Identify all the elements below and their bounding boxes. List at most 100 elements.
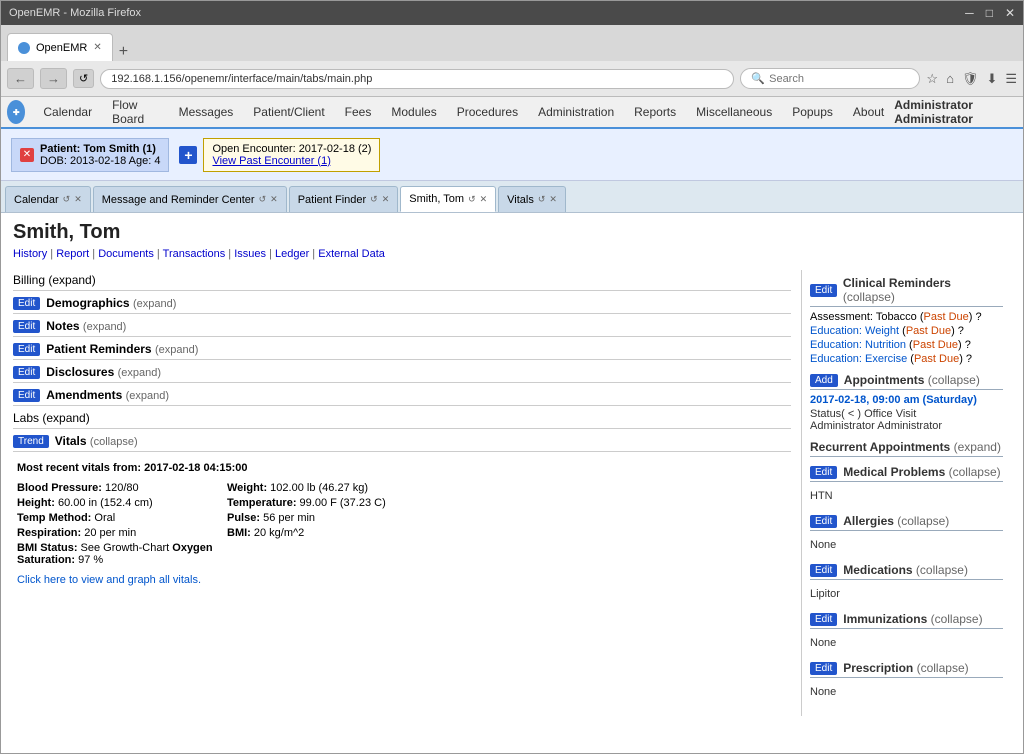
restore-button[interactable]: □ <box>986 6 993 20</box>
tab-finder-arrow: ↺ <box>370 194 378 205</box>
allergies-edit-button[interactable]: Edit <box>810 515 837 528</box>
nav-reports[interactable]: Reports <box>624 97 686 127</box>
demographics-label: Demographics (expand) <box>46 296 176 310</box>
amendments-edit-button[interactable]: Edit <box>13 389 40 402</box>
documents-link[interactable]: Documents <box>98 248 154 260</box>
clinical-reminders-header: Edit Clinical Reminders (collapse) <box>810 276 1003 307</box>
patient-bar: ✕ Patient: Tom Smith (1) DOB: 2013-02-18… <box>1 129 1023 181</box>
tab-patient-finder-label: Patient Finder <box>298 194 366 206</box>
page-tab-strip: Calendar ↺ ✕ Message and Reminder Center… <box>1 181 1023 213</box>
browser-tab-close[interactable]: ✕ <box>93 42 101 53</box>
nav-calendar[interactable]: Calendar <box>33 97 102 127</box>
menu-icon[interactable]: ☰ <box>1005 71 1017 87</box>
reminder-weight: Education: Weight (Past Due) ? <box>810 325 1003 337</box>
nav-flow-board[interactable]: Flow Board <box>102 97 169 127</box>
medications-edit-button[interactable]: Edit <box>810 564 837 577</box>
history-link[interactable]: History <box>13 248 47 260</box>
immunizations-title: Immunizations (collapse) <box>843 612 982 626</box>
tab-vitals[interactable]: Vitals ↺ ✕ <box>498 186 566 212</box>
browser-frame: OpenEMR - Mozilla Firefox ─ □ ✕ OpenEMR … <box>0 0 1024 754</box>
back-button[interactable]: ← <box>7 68 34 89</box>
nav-fees[interactable]: Fees <box>335 97 382 127</box>
nav-messages[interactable]: Messages <box>169 97 244 127</box>
report-link[interactable]: Report <box>56 248 89 260</box>
tab-message-center[interactable]: Message and Reminder Center ↺ ✕ <box>93 186 287 212</box>
tab-calendar[interactable]: Calendar ↺ ✕ <box>5 186 91 212</box>
allergies-section: Edit Allergies (collapse) None <box>810 514 1003 555</box>
view-past-encounter-link[interactable]: View Past Encounter (1) <box>212 155 371 167</box>
demographics-row: Edit Demographics (expand) <box>13 293 791 314</box>
tab-smith-tom[interactable]: Smith, Tom ↺ ✕ <box>400 186 496 212</box>
external-data-link[interactable]: External Data <box>318 248 385 260</box>
medical-problems-header: Edit Medical Problems (collapse) <box>810 465 1003 482</box>
medical-problems-edit-button[interactable]: Edit <box>810 466 837 479</box>
issues-link[interactable]: Issues <box>234 248 266 260</box>
prescription-edit-button[interactable]: Edit <box>810 662 837 675</box>
home-icon[interactable]: ⌂ <box>946 71 954 87</box>
tab-calendar-close[interactable]: ✕ <box>74 194 82 205</box>
nav-about[interactable]: About <box>843 97 894 127</box>
blood-pressure-item: Blood Pressure: 120/80 <box>17 482 217 494</box>
immunizations-value: None <box>810 633 1003 653</box>
nav-procedures[interactable]: Procedures <box>447 97 528 127</box>
patient-reminders-row: Edit Patient Reminders (expand) <box>13 339 791 360</box>
immunizations-header: Edit Immunizations (collapse) <box>810 612 1003 629</box>
bookmark-icon[interactable]: ☆ <box>926 71 938 87</box>
app-nav: ✚ Calendar Flow Board Messages Patient/C… <box>1 97 1023 129</box>
add-encounter-button[interactable]: + <box>179 146 197 164</box>
tab-message-close[interactable]: ✕ <box>270 194 278 205</box>
nav-popups[interactable]: Popups <box>782 97 843 127</box>
tab-patient-finder[interactable]: Patient Finder ↺ ✕ <box>289 186 399 212</box>
disclosures-label: Disclosures (expand) <box>46 365 161 379</box>
minimize-button[interactable]: ─ <box>965 6 974 20</box>
demographics-edit-button[interactable]: Edit <box>13 297 40 310</box>
labs-row: Labs (expand) <box>13 408 791 429</box>
vitals-graph-link[interactable]: Click here to view and graph all vitals. <box>17 574 787 586</box>
reminder-nutrition-status: Past Due <box>913 339 958 351</box>
shield-icon[interactable]: 🛡 <box>962 71 979 87</box>
reminder-exercise-link[interactable]: Education: Exercise <box>810 353 907 365</box>
notes-edit-button[interactable]: Edit <box>13 320 40 333</box>
tab-smith-close[interactable]: ✕ <box>480 194 488 205</box>
browser-tab[interactable]: OpenEMR ✕ <box>7 33 113 61</box>
forward-button[interactable]: → <box>40 68 67 89</box>
search-input[interactable] <box>769 73 909 85</box>
nav-patient-client[interactable]: Patient/Client <box>243 97 334 127</box>
height-item: Height: 60.00 in (152.4 cm) <box>17 497 217 509</box>
tab-finder-close[interactable]: ✕ <box>382 194 390 205</box>
two-col-layout: Billing (expand) Edit Demographics (expa… <box>13 270 1011 716</box>
labs-label: Labs (expand) <box>13 411 90 425</box>
tab-vitals-close[interactable]: ✕ <box>549 194 557 205</box>
appointments-title: Appointments (collapse) <box>844 373 980 387</box>
patient-name-bar: Patient: Tom Smith (1) <box>40 143 160 155</box>
patient-close-button[interactable]: ✕ <box>20 148 34 162</box>
url-bar[interactable] <box>100 69 734 89</box>
main-area: Smith, Tom History | Report | Documents … <box>1 213 1023 753</box>
medications-title: Medications (collapse) <box>843 563 968 577</box>
nav-administration[interactable]: Administration <box>528 97 624 127</box>
nav-miscellaneous[interactable]: Miscellaneous <box>686 97 782 127</box>
prescription-header: Edit Prescription (collapse) <box>810 661 1003 678</box>
browser-tab-label: OpenEMR <box>36 42 87 54</box>
disclosures-row: Edit Disclosures (expand) <box>13 362 791 383</box>
transactions-link[interactable]: Transactions <box>163 248 226 260</box>
download-icon[interactable]: ⬇ <box>986 71 997 87</box>
amendments-label: Amendments (expand) <box>46 388 169 402</box>
disclosures-edit-button[interactable]: Edit <box>13 366 40 379</box>
close-button[interactable]: ✕ <box>1005 6 1015 20</box>
clinical-reminders-edit-button[interactable]: Edit <box>810 284 837 297</box>
vitals-trend-button[interactable]: Trend <box>13 435 49 448</box>
encounter-dropdown: Open Encounter: 2017-02-18 (2) View Past… <box>203 138 380 172</box>
ledger-link[interactable]: Ledger <box>275 248 309 260</box>
nav-modules[interactable]: Modules <box>381 97 446 127</box>
appointments-add-button[interactable]: Add <box>810 374 838 387</box>
patient-reminders-edit-button[interactable]: Edit <box>13 343 40 356</box>
tab-smith-arrow: ↺ <box>468 194 476 205</box>
new-tab-button[interactable]: + <box>115 43 132 61</box>
reminder-nutrition-link[interactable]: Education: Nutrition <box>810 339 906 351</box>
immunizations-edit-button[interactable]: Edit <box>810 613 837 626</box>
reminder-weight-link[interactable]: Education: Weight <box>810 325 899 337</box>
logo-text: ✚ <box>13 108 20 117</box>
refresh-button[interactable]: ↺ <box>73 69 94 88</box>
reminder-assessment-status: Past Due <box>924 311 969 323</box>
